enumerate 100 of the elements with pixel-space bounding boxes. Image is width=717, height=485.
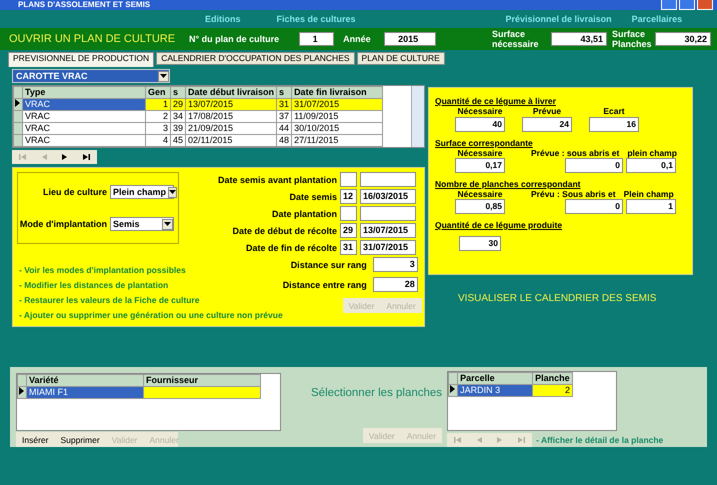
row-selector[interactable] [18,386,26,398]
tab[interactable]: PREVISIONNEL DE PRODUCTION [8,52,154,67]
column-label: Plein champ [624,189,674,199]
minimize-button[interactable] [661,0,677,10]
surface-field[interactable]: 30,22 [655,32,711,46]
column-header[interactable]: Gen [146,86,170,98]
field-label: Surface nécessaire [492,29,540,49]
mode-dropdown[interactable]: Semis [110,217,174,231]
column-label: Nécessaire [456,189,504,199]
quantity-field[interactable]: 0,85 [455,199,505,214]
section-title: Quantité de ce légume à livrer [435,96,557,106]
column-header[interactable]: Variété [26,374,144,386]
action-link[interactable]: - Ajouter ou supprimer une génération ou une culture non prévue [19,310,283,320]
week-field[interactable]: 31 [340,240,357,255]
caret-icon [160,74,167,78]
action-link[interactable]: - Restaurer les valeurs de la Fiche de culture [19,295,283,305]
column-header[interactable]: Date fin livraison [292,86,383,98]
action-button[interactable]: Insérer [16,434,54,444]
column-header[interactable]: Parcelle [458,372,533,384]
tab[interactable]: CALENDRIER D'OCCUPATION DES PLANCHES [156,52,355,65]
section-title: Quantité de ce légume produite [435,220,564,230]
year-field[interactable]: 2015 [384,32,436,46]
table-cell: VRAC [22,134,146,146]
field-label: Date semis avant plantation [218,174,337,184]
week-field[interactable] [340,206,357,221]
crop-dropdown[interactable]: CAROTTE VRAC [12,69,170,83]
table-cell: 48 [276,134,292,146]
current-row-icon [14,99,20,107]
surface-field[interactable]: 43,51 [551,32,607,46]
tab[interactable]: PLAN DE CULTURE [356,52,445,65]
column-header[interactable]: s [276,86,292,98]
table-cell: 34 [170,110,186,122]
week-field[interactable]: 29 [340,223,357,238]
row-header [18,374,26,386]
dropdown-button[interactable] [158,70,169,82]
scrollbar[interactable] [411,86,424,147]
section-title: Surface correspondante [435,138,534,148]
plan-number-field[interactable]: 1 [299,32,334,46]
field-label: Date de début de récolte [231,226,337,236]
quantity-field[interactable]: 16 [589,117,639,132]
date-field[interactable]: 31/07/2015 [360,240,416,255]
dropdown-button[interactable] [168,186,178,198]
distance-field[interactable]: 3 [372,257,418,272]
table-cell: MIAMI F1 [26,386,144,398]
quantity-field[interactable]: 0,1 [626,158,676,173]
action-button[interactable]: Supprimer [54,434,106,444]
date-field[interactable]: 13/07/2015 [360,223,416,238]
table-cell: 13/07/2015 [186,98,277,110]
dropdown-button[interactable] [162,218,173,230]
quantity-field[interactable]: 30 [459,236,501,251]
maximize-button[interactable] [679,0,695,10]
action-link[interactable]: - Modifier les distances de plantation [19,280,283,290]
quantity-field[interactable]: 0 [565,158,623,173]
field-label: Surface Planches [612,29,652,49]
row-selector[interactable] [448,384,458,396]
current-row-icon [449,385,456,393]
section-label: Sélectionner les planches [311,387,442,399]
table-cell: JARDIN 3 [458,384,533,396]
table-cell: 45 [170,134,186,146]
table-cell: VRAC [22,98,146,110]
week-field[interactable] [340,172,357,187]
date-field[interactable] [360,206,416,221]
table-cell: 11/09/2015 [292,110,383,122]
location-dropdown[interactable]: Plein champ [110,185,174,199]
quantity-field[interactable]: 24 [522,117,572,132]
section-title: Nombre de planches correspondant [435,179,582,189]
column-header[interactable]: Date début livraison [186,86,277,98]
table-cell: 37 [276,110,292,122]
quantity-field[interactable]: 40 [455,117,505,132]
quantity-field[interactable]: 0 [565,199,623,214]
calendar-link[interactable]: VISUALISER LE CALENDRIER DES SEMIS [458,293,656,304]
field-label: Date plantation [270,208,337,218]
distance-field[interactable]: 28 [372,277,418,292]
quantity-field[interactable]: 1 [626,199,676,214]
column-label: Prévu : Sous abris et [531,189,616,199]
last-record-icon[interactable] [81,152,92,162]
close-button[interactable] [697,0,713,10]
caret-icon [169,190,176,194]
row-selector[interactable] [14,98,22,110]
date-field[interactable]: 16/03/2015 [360,189,416,204]
table-cell: 17/08/2015 [186,110,277,122]
column-header[interactable]: s [170,86,186,98]
action-link[interactable]: - Voir les modes d'implantation possibles [19,265,283,275]
table-cell: 39 [170,122,186,134]
date-field[interactable] [360,172,416,187]
quantity-field[interactable]: 0,17 [455,158,505,173]
column-header[interactable]: Planche [532,372,573,384]
week-field[interactable]: 12 [340,189,357,204]
column-header[interactable]: Fournisseur [144,374,260,386]
table-cell: 02/11/2015 [186,134,277,146]
column-header[interactable]: Type [22,86,146,98]
field-label: Distance sur rang [290,260,367,270]
row-header [448,372,458,384]
caret-icon [164,222,171,226]
column-label: Prévue : sous abris et [531,148,620,158]
column-label: Nécessaire [456,106,504,116]
table-cell: 31/07/2015 [292,98,383,110]
table-cell: 44 [276,122,292,134]
table-cell: VRAC [22,122,146,134]
table-cell: 27/11/2015 [292,134,383,146]
